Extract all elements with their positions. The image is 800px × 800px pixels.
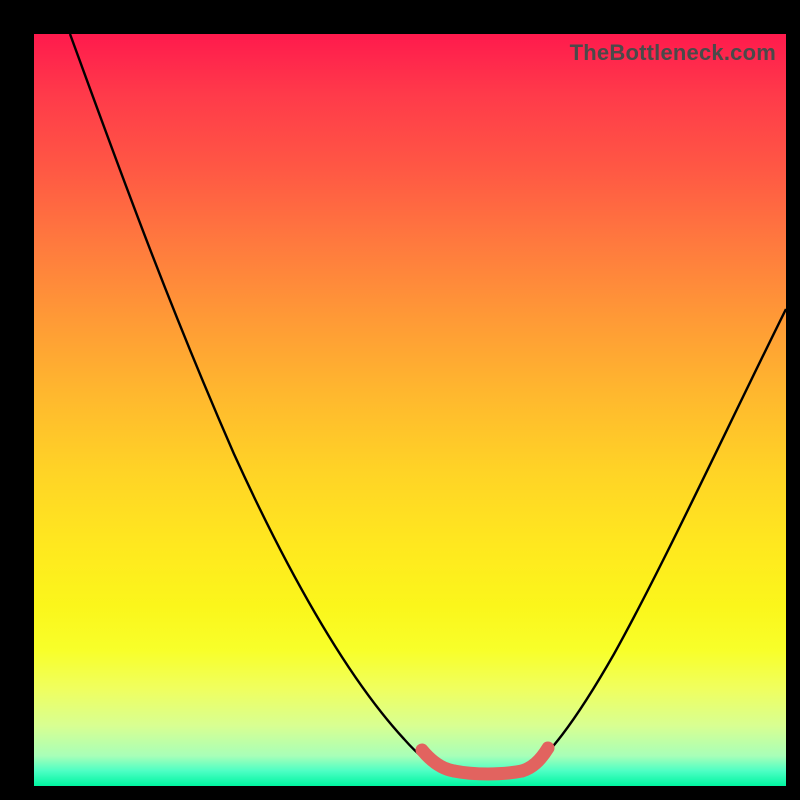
bottleneck-curve-svg <box>34 34 786 786</box>
curve-left-branch <box>70 34 440 768</box>
curve-right-branch <box>528 309 786 768</box>
curve-highlight-flat <box>454 771 522 774</box>
chart-plot-area: TheBottleneck.com <box>34 34 786 786</box>
curve-highlight-right <box>522 748 548 771</box>
